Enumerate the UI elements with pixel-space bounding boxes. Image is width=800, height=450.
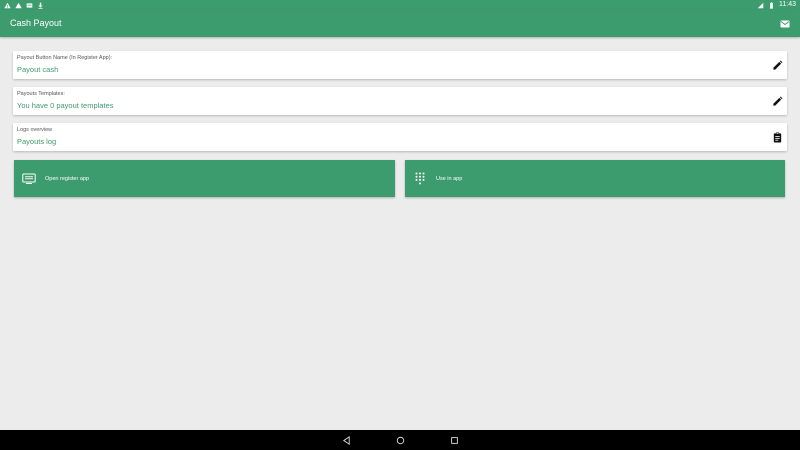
button-label: Use in app [436, 175, 463, 182]
status-bar: 11:43 [0, 0, 800, 10]
app-bar: Cash Payout [0, 10, 800, 37]
edit-icon [772, 60, 782, 70]
use-in-app-button[interactable]: Use in app [405, 160, 785, 197]
card-label: Payouts Templates: [17, 91, 65, 97]
card-value: Payouts log [17, 137, 57, 146]
sd-card-icon [26, 2, 33, 9]
card-value: You have 0 payout templates [17, 101, 114, 110]
back-button[interactable] [341, 435, 351, 445]
edit-icon [772, 96, 782, 106]
status-time: 11:43 [779, 1, 796, 8]
register-icon [22, 172, 36, 186]
mail-icon [780, 20, 790, 27]
app-title: Cash Payout [10, 18, 62, 28]
warning-icon [4, 2, 11, 9]
back-icon [342, 435, 350, 445]
edit-payout-name-button[interactable] [771, 59, 783, 71]
button-label: Open register app [45, 175, 90, 182]
status-system: 11:43 [757, 0, 796, 10]
edit-templates-button[interactable] [771, 95, 783, 107]
card-value: Payout cash [17, 65, 59, 74]
download-icon [37, 2, 44, 9]
wifi-icon [757, 2, 764, 9]
home-icon [396, 436, 404, 444]
dialpad-icon [413, 172, 427, 186]
status-notifications [4, 2, 44, 9]
open-logs-button[interactable] [771, 131, 783, 143]
logs-overview-card[interactable]: Logs overview Payouts log [13, 123, 787, 151]
navigation-bar [0, 430, 800, 450]
open-register-app-button[interactable]: Open register app [14, 160, 395, 197]
card-label: Logs overview [17, 127, 53, 133]
mail-button[interactable] [780, 19, 790, 29]
card-label: Payout Button Name (In Register App): [17, 55, 113, 61]
recents-icon [450, 436, 458, 444]
clipboard-icon [773, 132, 781, 143]
home-button[interactable] [395, 435, 405, 445]
recents-button[interactable] [449, 435, 459, 445]
alert-icon [15, 2, 22, 9]
payout-button-name-card[interactable]: Payout Button Name (In Register App): Pa… [13, 51, 787, 79]
payout-templates-card[interactable]: Payouts Templates: You have 0 payout tem… [13, 87, 787, 115]
battery-icon [768, 1, 775, 9]
app-screen: 11:43 Cash Payout Payout Button Name (In… [0, 0, 800, 450]
